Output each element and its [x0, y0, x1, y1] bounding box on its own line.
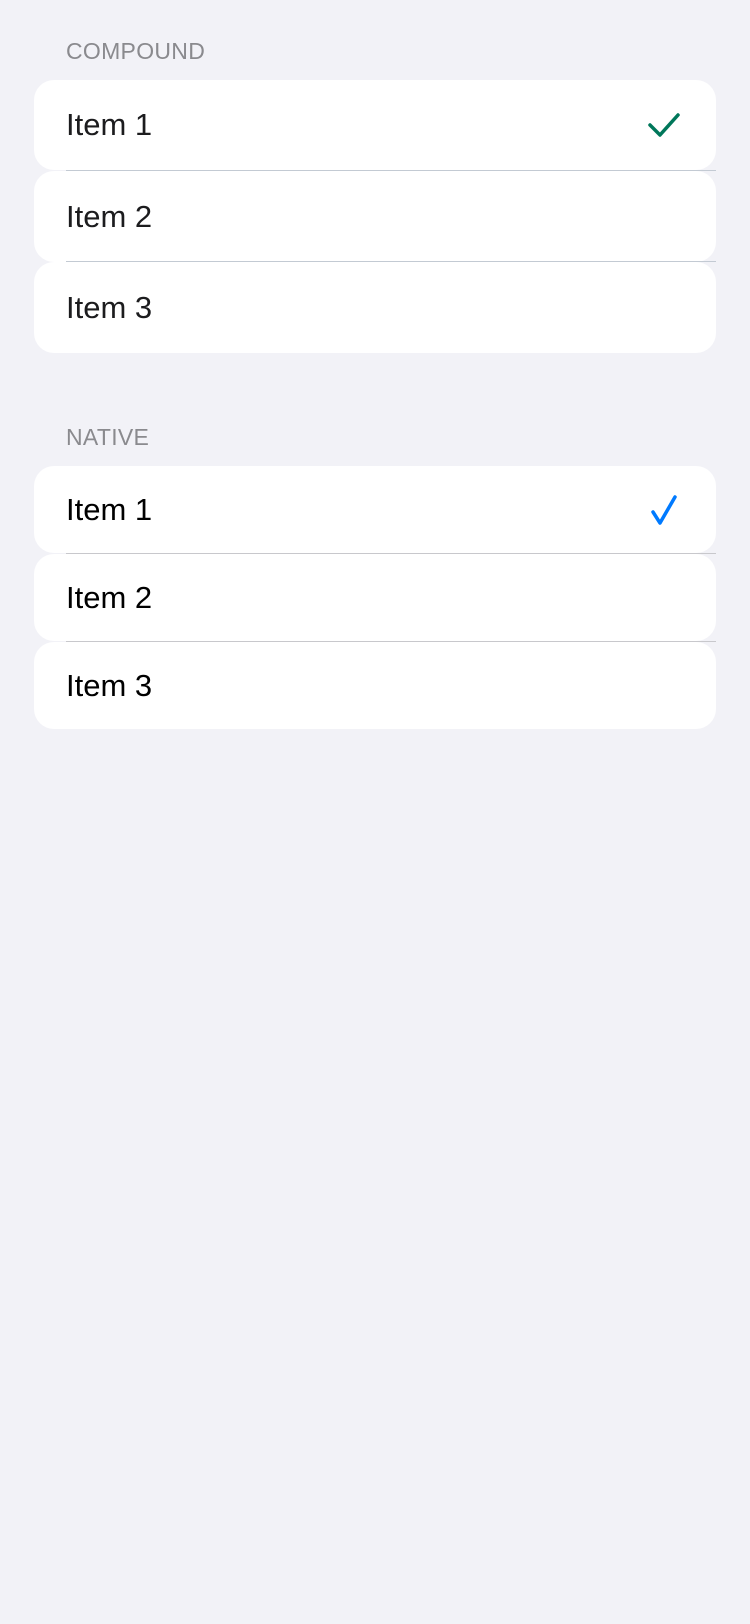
native-item-2[interactable]: Item 2 — [34, 554, 716, 641]
item-label: Item 2 — [66, 579, 153, 615]
item-label: Item 1 — [66, 491, 153, 527]
item-label: Item 2 — [66, 198, 153, 234]
section-header-native: NATIVE — [66, 424, 150, 450]
compound-item-1[interactable]: Item 1 — [34, 80, 716, 170]
checkmark-icon — [648, 113, 680, 137]
checkmark-icon — [651, 494, 677, 525]
native-item-1[interactable]: Item 1 — [34, 466, 716, 553]
compound-item-2[interactable]: Item 2 — [34, 171, 716, 262]
item-label: Item 3 — [66, 289, 153, 325]
native-item-3[interactable]: Item 3 — [34, 642, 716, 729]
compound-item-3[interactable]: Item 3 — [34, 262, 716, 353]
item-label: Item 1 — [66, 107, 153, 142]
section-header-compound: COMPOUND — [66, 38, 206, 64]
item-label: Item 3 — [66, 667, 153, 703]
